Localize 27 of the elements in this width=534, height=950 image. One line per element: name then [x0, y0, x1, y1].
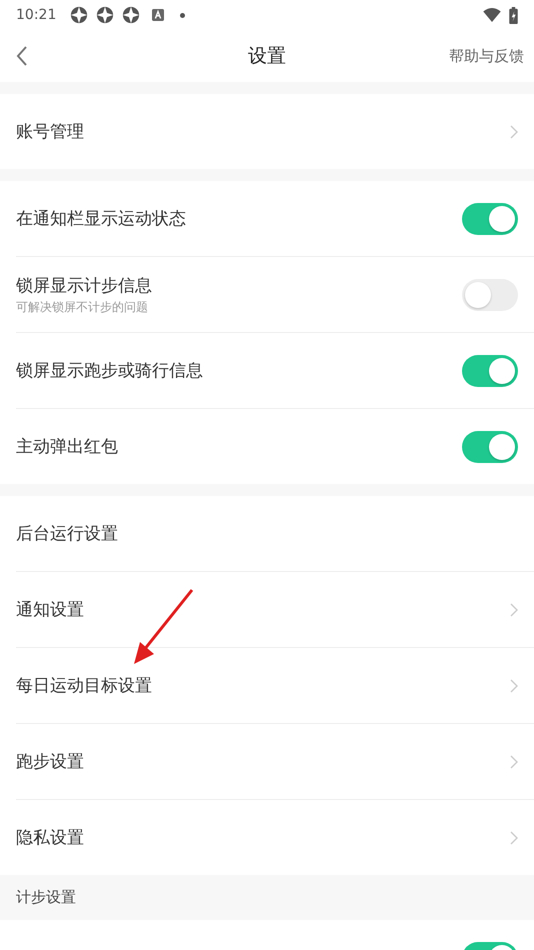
notification-icon [122, 6, 140, 24]
setting-label: 账号管理 [16, 121, 85, 143]
help-feedback-link[interactable]: 帮助与反馈 [449, 46, 524, 66]
wifi-icon [483, 8, 501, 22]
setting-label: 锁屏显示计步信息 [16, 274, 153, 296]
status-time: 10:21 [16, 7, 56, 23]
setting-label: 隐私设置 [16, 827, 85, 849]
toggle-switch[interactable] [462, 430, 518, 462]
battery-icon [509, 6, 518, 24]
back-icon[interactable] [16, 45, 28, 67]
notification-icon [96, 6, 114, 24]
page-title: 设置 [248, 44, 286, 69]
setting-label: 主动弹出红包 [16, 436, 119, 458]
dot-icon [180, 12, 186, 18]
setting-label: 后台运行设置 [16, 523, 119, 545]
section-header: 计步设置 [0, 875, 534, 920]
toggle-switch[interactable] [462, 202, 518, 234]
setting-label: 通知设置 [16, 599, 85, 621]
notification-icon [70, 6, 88, 24]
setting-hint: 可解决锁屏不计步的问题 [16, 298, 149, 316]
notification-icon [152, 9, 164, 21]
setting-label: 跑步设置 [16, 751, 85, 773]
setting-label: 锁屏显示跑步或骑行信息 [16, 360, 204, 382]
setting-label: 在通知栏显示运动状态 [16, 208, 187, 230]
setting-label: 每日运动目标设置 [16, 675, 153, 697]
toggle-switch[interactable] [462, 278, 518, 310]
toggle-switch[interactable] [462, 354, 518, 386]
